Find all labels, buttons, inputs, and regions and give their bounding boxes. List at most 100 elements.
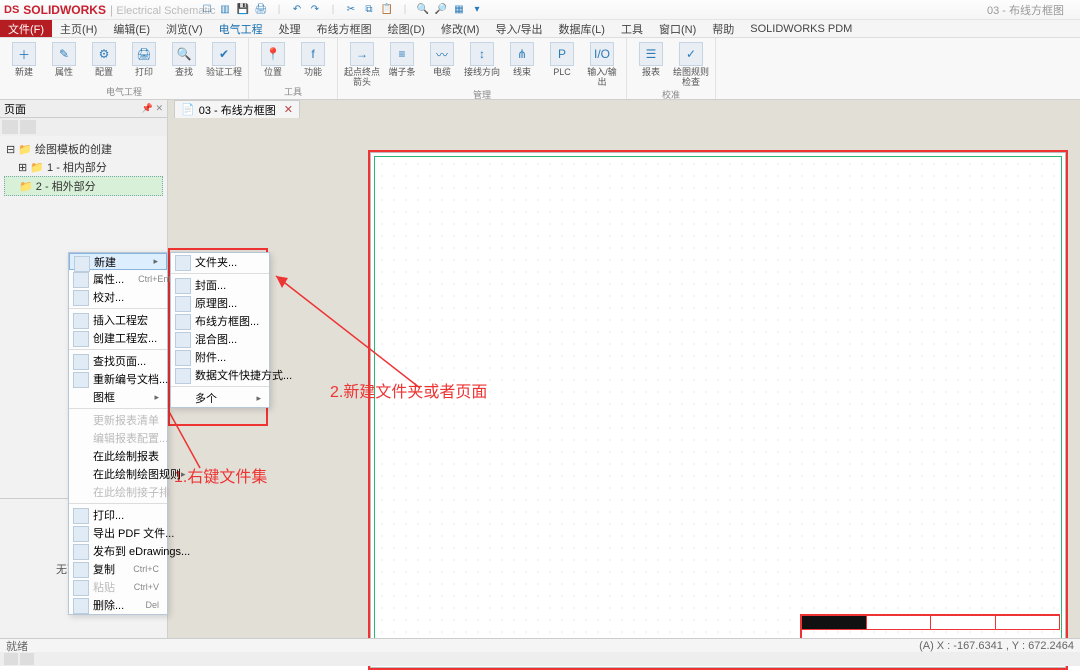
- context-menu-item[interactable]: 插入工程宏: [69, 311, 167, 329]
- ribbon-group-label: 工具: [255, 85, 331, 99]
- ribbon-button[interactable]: f功能: [295, 40, 331, 78]
- window-document-title: 03 - 布线方框图: [987, 2, 1064, 18]
- chevron-right-icon: ▸: [181, 469, 186, 480]
- menu-item[interactable]: 绘图(D): [380, 20, 433, 37]
- ribbon-button[interactable]: I/O输入/输出: [584, 40, 620, 88]
- qat-grid-icon[interactable]: ▦: [452, 2, 466, 16]
- ribbon-button-label: PLC: [553, 68, 571, 78]
- context-menu-item[interactable]: 多个▸: [171, 389, 269, 407]
- context-menu-item[interactable]: 在此绘制绘图规则▸: [69, 465, 167, 483]
- ribbon-button-icon: ↕: [470, 42, 494, 66]
- context-menu-item: 粘贴Ctrl+V: [69, 578, 167, 596]
- ribbon-button[interactable]: ⋔线束: [504, 40, 540, 78]
- context-menu-item[interactable]: 文件夹...: [171, 253, 269, 271]
- left-tab-1[interactable]: [2, 120, 18, 134]
- menu-item[interactable]: 浏览(V): [158, 20, 211, 37]
- context-menu-item[interactable]: 复制Ctrl+C: [69, 560, 167, 578]
- ribbon-button-icon: ≡: [390, 42, 414, 66]
- menu-item[interactable]: SOLIDWORKS PDM: [742, 20, 860, 37]
- qat-cut-icon[interactable]: ✂: [344, 2, 358, 16]
- bottom-tabstrip[interactable]: [0, 652, 1080, 666]
- menu-item[interactable]: 编辑(E): [105, 20, 158, 37]
- context-menu-item[interactable]: 查找页面...: [69, 352, 167, 370]
- context-menu-item[interactable]: 新建▸: [69, 253, 167, 270]
- ribbon-group-label: 电气工程: [6, 85, 242, 99]
- tree-node-1[interactable]: ⊞ 📁 1 - 相内部分: [4, 158, 163, 176]
- ribbon-button[interactable]: ⚙配置: [86, 40, 122, 78]
- context-menu-item[interactable]: 图框▸: [69, 388, 167, 406]
- drawing-canvas[interactable]: 📄 03 - 布线方框图 ✕: [168, 100, 1080, 638]
- ribbon-button-label: 新建: [15, 68, 33, 78]
- context-menu-item[interactable]: 发布到 eDrawings...: [69, 542, 167, 560]
- menu-item[interactable]: 处理: [271, 20, 309, 37]
- ribbon-button[interactable]: ✓绘图规则检查: [673, 40, 709, 88]
- close-tab-icon[interactable]: ✕: [284, 103, 293, 116]
- ribbon-button[interactable]: ☰报表: [633, 40, 669, 78]
- menu-item[interactable]: 修改(M): [433, 20, 488, 37]
- menu-item[interactable]: 电气工程: [211, 20, 271, 37]
- context-menu-item[interactable]: 重新编号文档...: [69, 370, 167, 388]
- menu-item[interactable]: 主页(H): [52, 20, 105, 37]
- ribbon-button[interactable]: 🖨打印: [126, 40, 162, 78]
- document-tab[interactable]: 📄 03 - 布线方框图 ✕: [174, 100, 300, 118]
- ribbon-button[interactable]: ✎属性: [46, 40, 82, 78]
- context-menu-item[interactable]: 封面...: [171, 276, 269, 294]
- menu-item[interactable]: 窗口(N): [651, 20, 704, 37]
- tree-root[interactable]: ⊟ 📁 绘图模板的创建: [4, 140, 163, 158]
- tree-node-2-selected[interactable]: 📁 2 - 相外部分: [4, 176, 163, 196]
- context-menu-item[interactable]: 创建工程宏...: [69, 329, 167, 347]
- context-menu-item[interactable]: 原理图...: [171, 294, 269, 312]
- context-menu-main[interactable]: 新建▸属性...Ctrl+Enter校对... 插入工程宏创建工程宏... 查找页面…: [68, 252, 168, 615]
- ribbon-button-label: 绘图规则检查: [673, 68, 709, 88]
- qat-undo-icon[interactable]: ↶: [290, 2, 304, 16]
- bottom-tab-2[interactable]: [20, 653, 34, 665]
- ribbon-button[interactable]: ✔验证工程: [206, 40, 242, 78]
- ribbon: ＋新建✎属性⚙配置🖨打印🔍查找✔验证工程电气工程📍位置f功能工具→起点终点箭头≡…: [0, 38, 1080, 100]
- qat-save-icon[interactable]: 💾: [236, 2, 250, 16]
- qat-copy-icon[interactable]: ⧉: [362, 2, 376, 16]
- context-menu-item[interactable]: 布线方框图...: [171, 312, 269, 330]
- ribbon-button[interactable]: 🔍查找: [166, 40, 202, 78]
- qat-new-icon[interactable]: ☐: [200, 2, 214, 16]
- qat-open-icon[interactable]: ▥: [218, 2, 232, 16]
- qat-search-icon[interactable]: 🔍: [416, 2, 430, 16]
- menu-item[interactable]: 布线方框图: [309, 20, 380, 37]
- ribbon-button-icon: I/O: [590, 42, 614, 66]
- ribbon-button-icon: 🔍: [172, 42, 196, 66]
- drawing-sheet[interactable]: [368, 150, 1068, 670]
- ribbon-button[interactable]: ↕接线方向: [464, 40, 500, 78]
- context-menu-item[interactable]: 在此绘制报表: [69, 447, 167, 465]
- menu-item[interactable]: 工具: [613, 20, 651, 37]
- left-tabstrip[interactable]: [0, 118, 167, 136]
- ribbon-button[interactable]: →起点终点箭头: [344, 40, 380, 88]
- ribbon-button[interactable]: ＋ 新建: [6, 40, 42, 78]
- qat-print-icon[interactable]: 🖨: [254, 2, 268, 16]
- menu-item[interactable]: 帮助: [704, 20, 742, 37]
- document-tree[interactable]: ⊟ 📁 绘图模板的创建 ⊞ 📁 1 - 相内部分 📁 2 - 相外部分: [0, 136, 167, 200]
- bottom-tab-1[interactable]: [4, 653, 18, 665]
- ribbon-button-icon: ＋: [12, 42, 36, 66]
- qat-more-icon[interactable]: ▾: [470, 2, 484, 16]
- file-menu-button[interactable]: 文件(F): [0, 20, 52, 37]
- qat-zoom-icon[interactable]: 🔎: [434, 2, 448, 16]
- left-tab-2[interactable]: [20, 120, 36, 134]
- context-menu-item[interactable]: 数据文件快捷方式...: [171, 366, 269, 384]
- menu-item[interactable]: 数据库(L): [551, 20, 613, 37]
- ribbon-group: ☰报表✓绘图规则检查校准: [627, 38, 716, 99]
- context-menu-item[interactable]: 属性...Ctrl+Enter: [69, 270, 167, 288]
- ribbon-button[interactable]: 📍位置: [255, 40, 291, 78]
- context-menu-item[interactable]: 导出 PDF 文件...: [69, 524, 167, 542]
- context-menu-item[interactable]: 附件...: [171, 348, 269, 366]
- context-menu-item[interactable]: 删除...Del: [69, 596, 167, 614]
- ribbon-button[interactable]: ≡端子条: [384, 40, 420, 78]
- context-menu-item[interactable]: 混合图...: [171, 330, 269, 348]
- pin-icon[interactable]: 📌 ✕: [142, 103, 163, 114]
- context-menu-item[interactable]: 打印...: [69, 506, 167, 524]
- ribbon-button[interactable]: 〰电缆: [424, 40, 460, 78]
- ribbon-button[interactable]: PPLC: [544, 40, 580, 78]
- menu-item[interactable]: 导入/导出: [487, 20, 550, 37]
- context-menu-item[interactable]: 校对...: [69, 288, 167, 306]
- context-menu-new-submenu[interactable]: 文件夹... 封面...原理图...布线方框图...混合图...附件...数据文件…: [170, 252, 270, 408]
- qat-paste-icon[interactable]: 📋: [380, 2, 394, 16]
- qat-redo-icon[interactable]: ↷: [308, 2, 322, 16]
